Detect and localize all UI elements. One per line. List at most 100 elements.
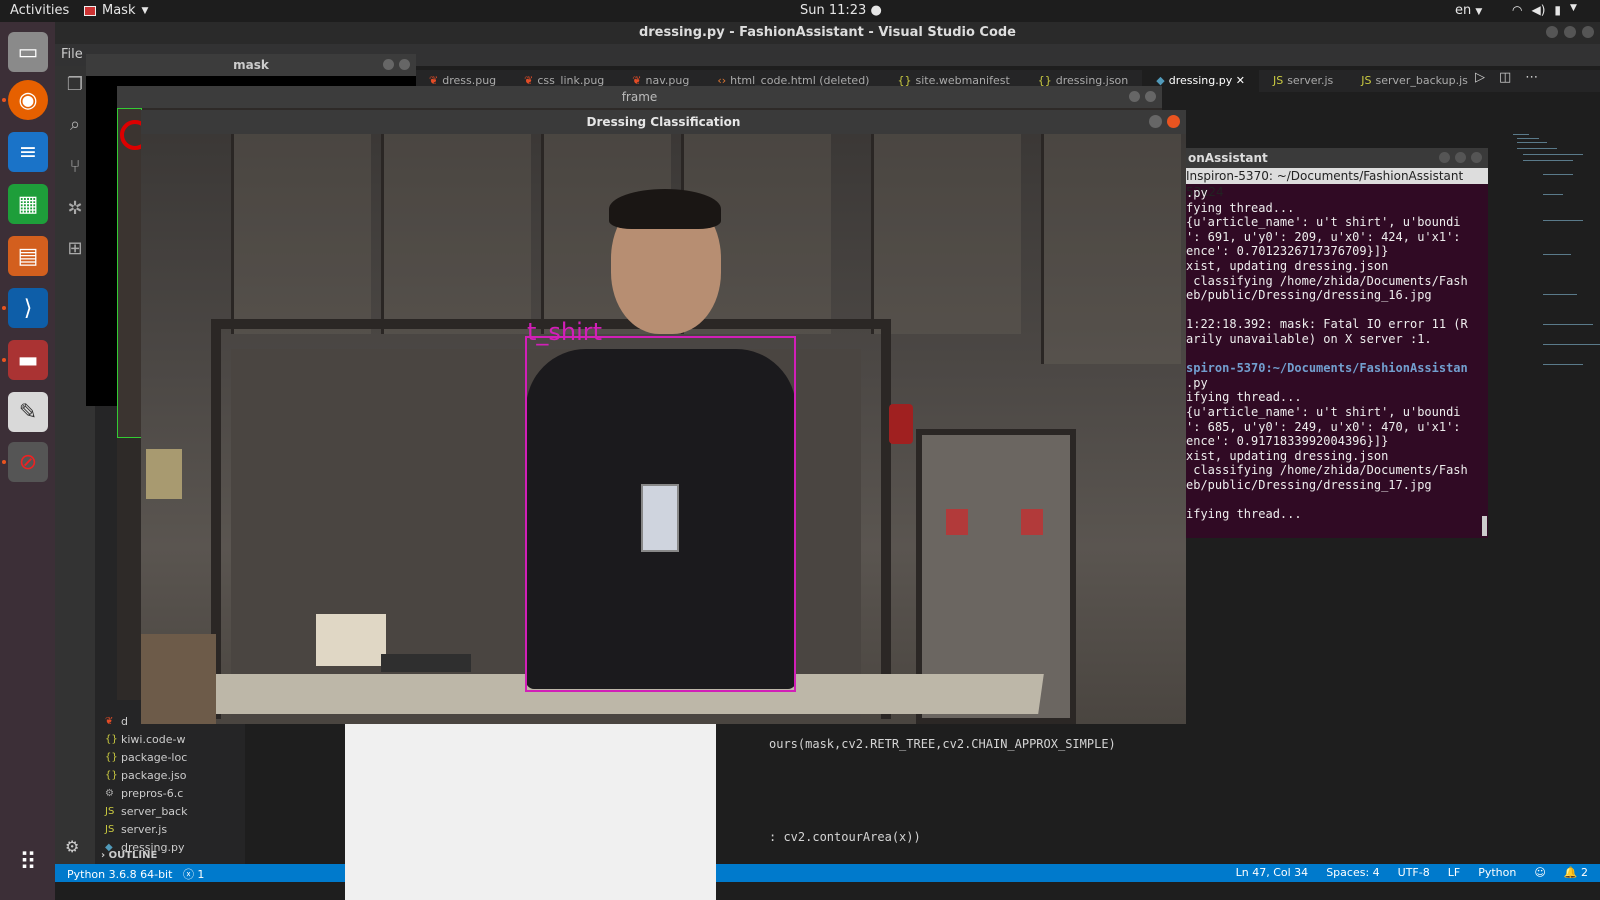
dressing-classification-window: Dressing Classification t_shirt <box>141 110 1186 724</box>
running-indicator <box>2 460 6 464</box>
impress-icon[interactable]: ▤ <box>8 236 48 276</box>
more-actions-icon[interactable]: ⋯ <box>1525 70 1538 85</box>
unknown-app-icon[interactable]: ⊘ <box>8 442 48 482</box>
js-icon: JS <box>105 805 115 817</box>
source-control-icon[interactable]: ⑂ <box>63 156 87 180</box>
dock: ▭ ◉ ≡ ▦ ▤ ⟩ ▬ ✎ ⊘ ⠿ <box>0 22 55 900</box>
list-item[interactable]: ⚙ prepros-6.c <box>105 784 245 802</box>
language-mode[interactable]: Python <box>1478 866 1516 879</box>
file-label: prepros-6.c <box>121 786 184 800</box>
notification-dot-icon: ● <box>870 3 882 18</box>
terminal-scrollbar[interactable] <box>1482 516 1487 536</box>
clock-text: Sun 11:23 <box>800 3 867 18</box>
clock[interactable]: Sun 11:23 ● <box>800 3 882 18</box>
minimize-button[interactable] <box>1546 26 1558 38</box>
terminal-title: onAssistant <box>1188 151 1268 165</box>
terminal-line: xist, updating dressing.json <box>1186 258 1389 273</box>
close-button[interactable] <box>399 59 410 70</box>
list-item[interactable]: JS server_back <box>105 802 245 820</box>
json-icon: {} <box>105 769 118 781</box>
vscode-icon[interactable]: ⟩ <box>8 288 48 328</box>
minimap[interactable] <box>1513 134 1600 374</box>
dressing-title: Dressing Classification <box>586 115 741 129</box>
problems-count[interactable]: ⓧ 1 <box>183 868 205 881</box>
tab-label: dressing.py <box>1168 74 1233 87</box>
mask-titlebar: mask <box>86 54 416 76</box>
python-interpreter[interactable]: Python 3.6.8 64-bit <box>67 868 172 881</box>
box <box>316 614 386 666</box>
app-menu[interactable]: Mask ▼ <box>84 3 148 18</box>
file-label: package.jso <box>121 768 187 782</box>
show-applications-icon[interactable]: ⠿ <box>8 842 48 882</box>
list-item[interactable]: {} kiwi.code-w <box>105 730 245 748</box>
detection-label: t_shirt <box>527 318 603 346</box>
list-item[interactable]: JS server.js <box>105 820 245 838</box>
close-button[interactable] <box>1145 91 1156 102</box>
outline-section[interactable]: › OUTLINE <box>101 850 157 861</box>
terminal-line: arily unavailable) on X server :1. <box>1186 331 1432 346</box>
manage-gear-icon[interactable]: ⚙ <box>65 837 79 856</box>
battery-icon: ▮ <box>1554 3 1562 17</box>
firefox-icon[interactable]: ◉ <box>8 80 48 120</box>
writer-icon[interactable]: ≡ <box>8 132 48 172</box>
line-ending[interactable]: LF <box>1448 866 1460 879</box>
chevron-down-icon: ▼ <box>141 5 149 16</box>
minimize-button[interactable] <box>1439 152 1450 163</box>
feedback-icon[interactable]: ☺ <box>1534 866 1545 879</box>
encoding[interactable]: UTF-8 <box>1398 866 1430 879</box>
app-icon <box>84 5 96 16</box>
app-name: Mask <box>102 3 136 18</box>
cursor-position[interactable]: Ln 47, Col 34 <box>1236 866 1309 879</box>
code-line: ours(mask,cv2.RETR_TREE,cv2.CHAIN_APPROX… <box>769 737 1116 751</box>
snacks <box>141 634 216 724</box>
calc-icon[interactable]: ▦ <box>8 184 48 224</box>
code-line: : cv2.contourArea(x)) <box>769 830 921 844</box>
search-icon[interactable]: ⌕ <box>63 114 87 138</box>
frame-titlebar: frame <box>117 86 1162 108</box>
vscode-titlebar: dressing.py - FashionAssistant - Visual … <box>55 22 1600 44</box>
maximize-button[interactable] <box>1455 152 1466 163</box>
system-tray[interactable]: ◠ ◀) ▮ ▼ <box>1512 3 1577 17</box>
wifi-icon: ◠ <box>1512 3 1523 17</box>
activities-button[interactable]: Activities <box>10 3 69 18</box>
notifications[interactable]: 🔔 2 <box>1564 866 1588 879</box>
close-button[interactable] <box>1167 115 1180 128</box>
close-button[interactable] <box>1471 152 1482 163</box>
terminal-icon[interactable]: ▬ <box>8 340 48 380</box>
maximize-button[interactable] <box>1564 26 1576 38</box>
camera-feed: t_shirt <box>141 134 1186 724</box>
tray <box>381 654 471 672</box>
terminal-window[interactable]: onAssistant Inspiron-5370: ~/Documents/F… <box>1170 148 1488 538</box>
text-editor-icon[interactable]: ✎ <box>8 392 48 432</box>
explorer-icon[interactable]: ❐ <box>63 74 87 98</box>
terminal-line: .py <box>1186 375 1208 390</box>
minimize-button[interactable] <box>1149 115 1162 128</box>
sign <box>946 509 968 535</box>
tab-server-backup-js[interactable]: JS server_backup.js <box>1347 70 1482 92</box>
terminal-line: 1:22:18.392: mask: Fatal IO error 11 (R <box>1186 317 1468 332</box>
indentation[interactable]: Spaces: 4 <box>1326 866 1379 879</box>
terminal-line: fying thread... <box>1186 200 1295 215</box>
terminal-line: {u'article_name': u't shirt', u'boundi <box>1186 215 1461 230</box>
split-editor-icon[interactable]: ◫ <box>1499 70 1511 85</box>
terminal-line: ifying thread... <box>1186 390 1302 405</box>
tab-server-js[interactable]: JS server.js <box>1259 70 1347 92</box>
list-item[interactable]: {} package.jso <box>105 766 245 784</box>
debug-icon[interactable]: ✲ <box>63 198 87 222</box>
minimize-button[interactable] <box>383 59 394 70</box>
extensions-icon[interactable]: ⊞ <box>63 238 87 262</box>
tab-label: server.js <box>1287 74 1334 87</box>
file-label: server.js <box>121 822 168 836</box>
language-selector[interactable]: en ▼ <box>1455 3 1482 18</box>
close-button[interactable] <box>1582 26 1594 38</box>
list-item[interactable]: {} package-loc <box>105 748 245 766</box>
menu-file[interactable]: File <box>61 47 83 62</box>
close-tab-icon[interactable]: ✕ <box>1232 74 1245 87</box>
js-icon: JS <box>1272 74 1284 87</box>
person-hair <box>609 189 721 229</box>
minimize-button[interactable] <box>1129 91 1140 102</box>
terminal-line: ence': 0.9171833992004396}]} <box>1186 434 1389 449</box>
files-icon[interactable]: ▭ <box>8 32 48 72</box>
run-icon[interactable]: ▷ <box>1475 70 1485 85</box>
